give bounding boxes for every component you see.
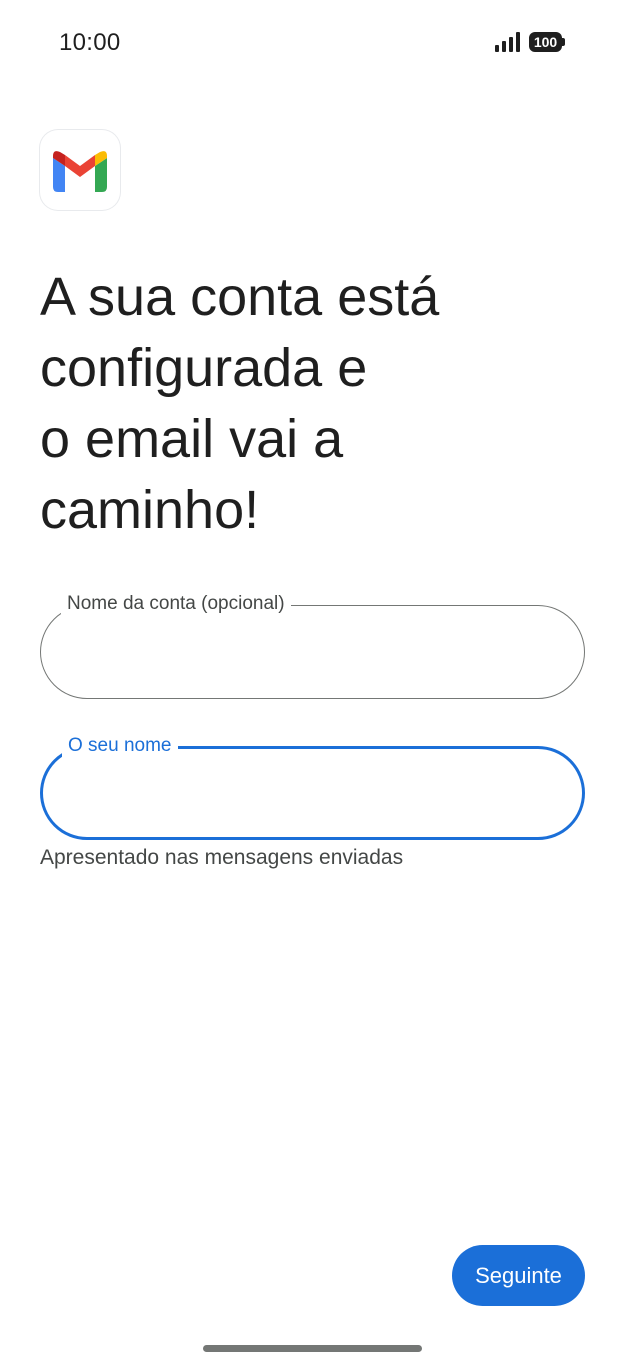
page-title-line-3: o email vai a	[40, 409, 344, 469]
signal-bars-icon	[495, 32, 520, 52]
page-title-line-2: configurada e	[40, 338, 368, 398]
sender-name-label: O seu nome	[62, 735, 178, 757]
page-title-line-4: caminho!	[40, 480, 260, 540]
next-button[interactable]: Seguinte	[452, 1245, 585, 1306]
account-name-label: Nome da conta (opcional)	[61, 593, 291, 615]
battery-level: 100	[533, 34, 558, 50]
battery-icon: 100	[529, 32, 567, 52]
page-title-line-1: A sua conta está	[40, 267, 440, 327]
sender-name-input[interactable]	[69, 775, 553, 815]
account-name-input[interactable]	[67, 632, 551, 672]
page-title: A sua conta está configurada e o email v…	[40, 262, 600, 546]
home-indicator[interactable]	[203, 1345, 422, 1352]
sender-name-field[interactable]: O seu nome	[40, 735, 585, 840]
status-time: 10:00	[59, 29, 121, 56]
gmail-logo-icon	[53, 151, 107, 192]
sender-name-helper-text: Apresentado nas mensagens enviadas	[40, 846, 404, 869]
gmail-logo	[40, 130, 120, 210]
account-name-field[interactable]: Nome da conta (opcional)	[40, 593, 585, 699]
status-bar: 10:00 100	[0, 0, 625, 86]
